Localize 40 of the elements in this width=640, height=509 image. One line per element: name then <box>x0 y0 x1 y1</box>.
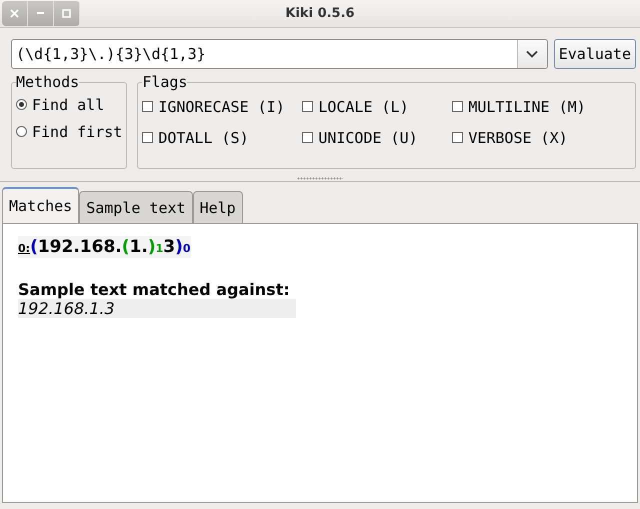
tab[interactable]: Help <box>192 191 243 223</box>
checkbox-label[interactable]: LOCALE (L) <box>318 98 409 116</box>
checkbox-label[interactable]: DOTALL (S) <box>158 128 249 146</box>
tab[interactable]: Matches <box>2 187 80 223</box>
radio-label[interactable]: Find all <box>32 96 104 114</box>
checkbox[interactable] <box>452 132 464 143</box>
checkbox-label[interactable]: MULTILINE (M) <box>468 98 586 116</box>
radio-label[interactable]: Find first <box>32 122 122 140</box>
group-parenthesis: ) <box>175 237 183 257</box>
matched-text: 192.168. <box>38 237 122 257</box>
checkbox-label[interactable]: IGNORECASE (I) <box>158 98 285 116</box>
tab[interactable]: Sample text <box>79 191 193 223</box>
checkbox[interactable] <box>452 101 464 112</box>
splitter-handle[interactable] <box>297 177 343 180</box>
checkbox[interactable] <box>142 101 154 112</box>
checkbox[interactable] <box>302 132 314 143</box>
window-title: Kiki 0.5.6 <box>284 6 356 21</box>
checkbox-label[interactable]: VERBOSE (X) <box>468 128 568 146</box>
radio-button[interactable] <box>16 99 27 110</box>
maximize-icon <box>62 9 71 18</box>
group-title: Methods <box>16 73 80 91</box>
group-parenthesis: ( <box>30 237 38 257</box>
match-label: 0: <box>18 242 30 255</box>
chevron-down-icon <box>526 50 538 58</box>
checkbox[interactable] <box>142 132 154 143</box>
group-index: 0 <box>182 242 191 255</box>
group-parenthesis: ( <box>122 237 130 257</box>
matched-text: 3 <box>163 237 176 257</box>
evaluate-button[interactable]: Evaluate <box>554 39 636 69</box>
close-icon <box>10 9 19 18</box>
sample-text: 192.168.1.3 <box>18 299 296 318</box>
checkbox[interactable] <box>302 101 314 112</box>
minimize-icon <box>37 12 44 15</box>
group-index: 1 <box>156 242 164 255</box>
matched-text: 1. <box>130 237 148 257</box>
sample-heading: Sample text matched against: <box>18 280 291 299</box>
radio-button[interactable] <box>16 126 27 137</box>
group-title: Flags <box>142 73 188 91</box>
checkbox-label[interactable]: UNICODE (U) <box>318 128 418 146</box>
group-parenthesis: ) <box>148 237 156 257</box>
